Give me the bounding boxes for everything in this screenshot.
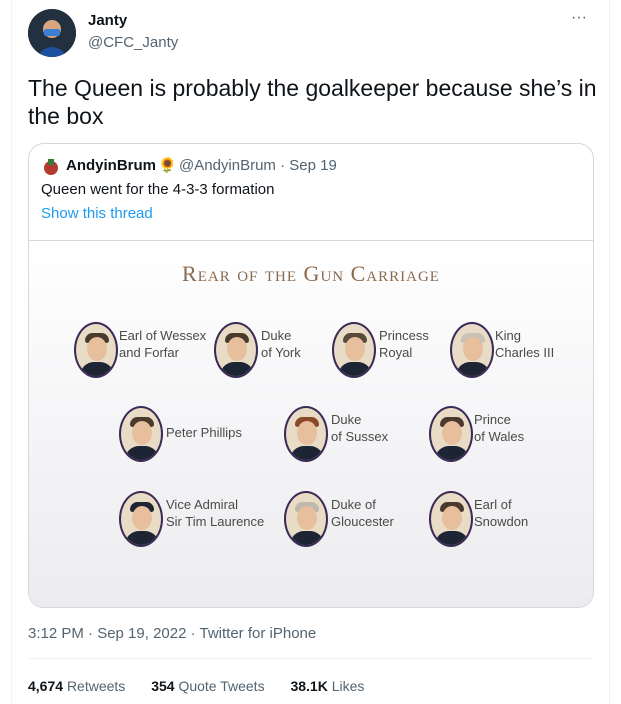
show-thread-link[interactable]: Show this thread <box>41 205 153 222</box>
author-avatar[interactable] <box>28 9 76 57</box>
portrait-image <box>429 491 473 547</box>
quoted-author-handle-date[interactable]: @AndyinBrum · Sep 19 <box>179 157 337 174</box>
quoted-media-image[interactable]: Rear of the Gun Carriage Earl of Wessex a… <box>29 240 593 607</box>
image-title: Rear of the Gun Carriage <box>182 261 440 286</box>
portrait-image <box>429 406 473 462</box>
quoted-author-name[interactable]: AndyinBrum <box>66 157 156 174</box>
portrait-image <box>284 406 328 462</box>
portrait-image <box>119 491 163 547</box>
portrait-image <box>284 491 328 547</box>
tweet-stats: 4,674 Retweets 354 Quote Tweets 38.1K Li… <box>28 678 386 694</box>
portrait-image <box>119 406 163 462</box>
portrait-image <box>332 322 376 378</box>
quote-tweets-stat[interactable]: 354 Quote Tweets <box>151 678 264 694</box>
tweet-text: The Queen is probably the goalkeeper bec… <box>28 75 597 129</box>
more-horizontal-icon[interactable]: ··· <box>567 8 591 32</box>
portrait-image <box>74 322 118 378</box>
sunflower-emoji: 🌻 <box>158 157 177 174</box>
author-handle[interactable]: @CFC_Janty <box>88 34 178 51</box>
portrait-image <box>214 322 258 378</box>
quoted-tweet-card[interactable]: AndyinBrum 🌻 @AndyinBrum · Sep 19 Queen … <box>28 143 594 608</box>
divider <box>28 658 594 659</box>
portrait-image <box>450 322 494 378</box>
quoted-author-avatar[interactable] <box>41 157 61 177</box>
tweet-timestamp[interactable]: 3:12 PM · Sep 19, 2022 · Twitter for iPh… <box>28 625 316 642</box>
quoted-tweet-text: Queen went for the 4-3-3 formation <box>41 181 275 198</box>
author-name[interactable]: Janty <box>88 12 127 29</box>
retweets-stat[interactable]: 4,674 Retweets <box>28 678 125 694</box>
likes-stat[interactable]: 38.1K Likes <box>290 678 364 694</box>
